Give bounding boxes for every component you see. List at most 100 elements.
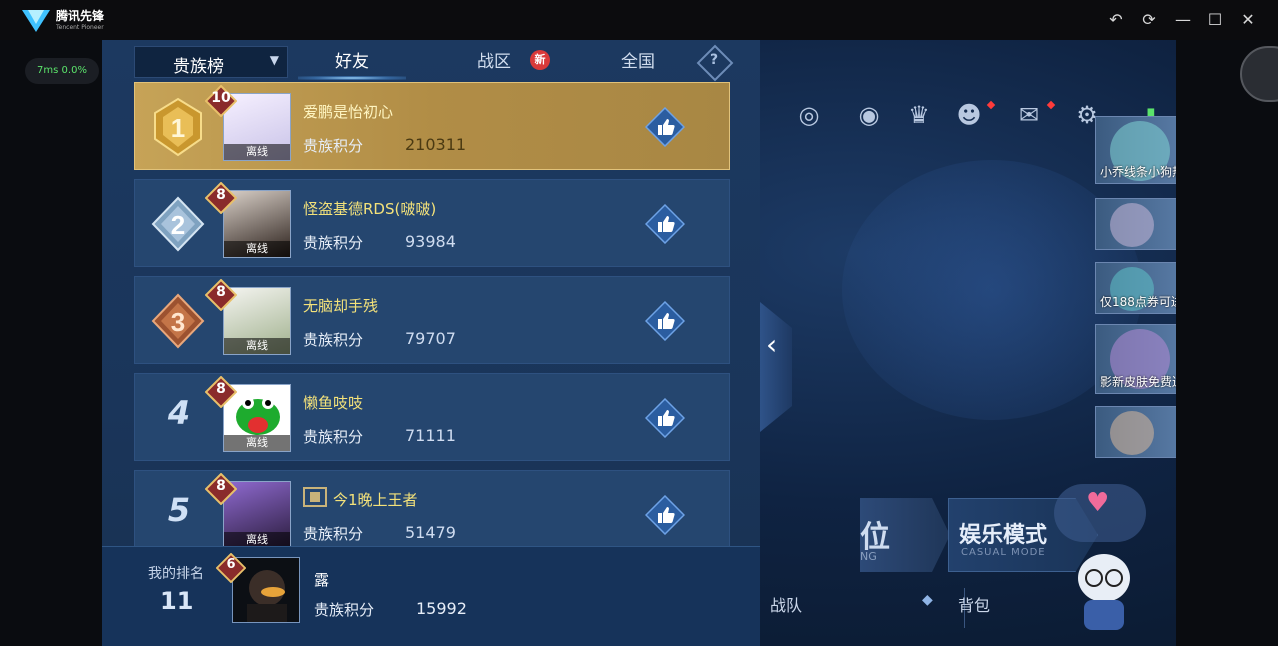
vip-level: 6 (226, 557, 236, 572)
rank-number: 5 (167, 491, 191, 529)
bronze-medal-icon: 3 (151, 293, 205, 349)
offline-label: 离线 (224, 435, 290, 451)
game-viewport: ◎ ◉ ♛ ☻ ✉ ⚙ ▮ 小乔线条小狗热卖 商城 祈愿 仅188点券可进阶 战… (102, 40, 1176, 646)
close-icon[interactable]: ✕ (1236, 8, 1260, 32)
svg-text:1: 1 (171, 113, 185, 143)
card-art (1110, 203, 1154, 247)
leaderboard-row[interactable]: 4 离线 8 懒鱼吱吱 贵族积分 71111 (134, 373, 730, 461)
player-name: 怪盗基德RDS(啵啵) (303, 200, 437, 218)
player-score: 71111 (405, 426, 456, 445)
vip-level: 10 (211, 90, 231, 106)
my-score: 15992 (416, 599, 467, 618)
board-type-dropdown[interactable]: 贵族榜 ▼ (134, 46, 288, 78)
my-rank-label: 我的排名 (148, 566, 204, 582)
thumbs-up-icon[interactable] (645, 398, 685, 438)
casual-mode-title: 娱乐模式 (959, 523, 1048, 548)
offline-label: 离线 (224, 241, 290, 257)
undo-icon[interactable]: ↶ (1104, 8, 1128, 32)
offline-label: 离线 (224, 144, 290, 160)
friends-icon[interactable]: ☻ (952, 98, 986, 132)
thumbs-up-icon[interactable] (645, 301, 685, 341)
tab-national[interactable]: 全国 (588, 46, 688, 78)
vip-level: 8 (216, 284, 226, 300)
rank-number: 4 (167, 394, 191, 432)
leaderboard-panel: 贵族榜 ▼ 好友 战区 新 全国 ? 1 离线 10 爱鹏是怡初心 贵族积分 2… (102, 40, 760, 646)
thumbs-up-icon[interactable] (645, 495, 685, 535)
tab-friends[interactable]: 好友 (302, 46, 402, 78)
minimize-icon[interactable]: — (1171, 8, 1195, 32)
score-label: 贵族积分 (303, 137, 364, 155)
my-rank-bar: 我的排名 11 6 露 贵族积分 15992 (102, 546, 760, 646)
rank-tier-icon (303, 487, 327, 507)
ranked-mode-subtitle: NG (860, 550, 877, 563)
bag-icon: ◆ (922, 592, 933, 608)
thumbs-up-icon[interactable] (645, 204, 685, 244)
bag-button[interactable]: 背包 (958, 592, 990, 616)
leaderboard-tabs: 贵族榜 ▼ 好友 战区 新 全国 ? (134, 44, 734, 82)
chevron-left-icon[interactable]: ‹ (766, 328, 777, 361)
active-tab-underline (298, 76, 406, 80)
silver-medal-icon: 2 (151, 196, 205, 252)
mail-icon[interactable]: ✉ (1012, 98, 1046, 132)
player-score: 51479 (405, 523, 456, 542)
tab-region[interactable]: 战区 (444, 46, 544, 78)
help-icon[interactable]: ? (710, 52, 718, 68)
card-caption: 影新皮肤免费送 (1100, 375, 1176, 389)
frog-avatar-icon (236, 397, 280, 435)
leaderboard-row[interactable]: 5 离线 8 今1晚上王者 贵族积分 51479 (134, 470, 730, 558)
app-brand: 腾讯先锋 (56, 9, 105, 23)
target-icon[interactable]: ◎ (792, 98, 826, 132)
card-wish[interactable]: 祈愿 (1095, 198, 1176, 250)
my-name: 露 (314, 571, 330, 589)
score-label: 贵族积分 (314, 601, 375, 619)
fps-indicator: 7ms 0.0% (25, 58, 99, 84)
chevron-down-icon: ▼ (269, 53, 279, 67)
card-shop[interactable]: 小乔线条小狗热卖 商城 (1095, 116, 1176, 184)
card-art (1110, 411, 1154, 455)
new-badge: 新 (530, 50, 550, 70)
team-button[interactable]: 战队 (770, 592, 802, 616)
leaderboard-row[interactable]: 1 离线 10 爱鹏是怡初心 贵族积分 210311 (134, 82, 730, 170)
card-gift-book[interactable]: 礼册 (1095, 406, 1176, 458)
player-name: 无脑却手残 (303, 297, 379, 315)
app-logo-icon (22, 10, 50, 32)
svg-text:2: 2 (171, 210, 185, 240)
vip-level: 8 (216, 381, 226, 397)
casual-mode-subtitle: CASUAL MODE (961, 547, 1046, 558)
gold-medal-icon: 1 (154, 97, 202, 157)
score-label: 贵族积分 (303, 234, 364, 252)
right-gutter (1176, 40, 1278, 646)
score-label: 贵族积分 (303, 525, 364, 543)
vip-level: 8 (216, 478, 226, 494)
panel-collapse-handle[interactable] (760, 302, 792, 432)
watch-icon[interactable]: ◉ (852, 98, 886, 132)
player-name: 懒鱼吱吱 (303, 394, 364, 412)
card-caption: 小乔线条小狗热卖 (1100, 165, 1176, 179)
app-brand-sub: Tencent Pioneer (56, 24, 104, 31)
card-events[interactable]: 影新皮肤免费送 活动 (1095, 324, 1176, 394)
refresh-icon[interactable]: ⟳ (1137, 8, 1161, 32)
my-rank-number: 11 (160, 587, 194, 615)
leaderboard-row[interactable]: 2 离线 8 怪盗基德RDS(啵啵) 贵族积分 93984 (134, 179, 730, 267)
trophy-icon[interactable]: ♛ (902, 98, 936, 132)
ranked-mode-button[interactable]: 位 NG (860, 498, 950, 572)
player-score: 79707 (405, 329, 456, 348)
friends-notify-dot (986, 100, 996, 110)
player-score: 210311 (405, 135, 467, 154)
vip-level: 8 (216, 187, 226, 203)
card-battle-pass[interactable]: 仅188点券可进阶 战令 (1095, 262, 1176, 314)
left-gutter (0, 40, 102, 646)
mascot-icon[interactable] (1072, 540, 1136, 640)
board-type-label: 贵族榜 (173, 57, 224, 77)
svg-text:3: 3 (171, 307, 185, 337)
emulator-titlebar: 腾讯先锋 Tencent Pioneer ↶ ⟳ — ☐ ✕ (0, 0, 1278, 40)
mail-notify-dot (1046, 100, 1056, 110)
card-caption: 仅188点券可进阶 (1100, 295, 1176, 309)
score-label: 贵族积分 (303, 331, 364, 349)
offline-label: 离线 (224, 338, 290, 354)
heart-icon: ♥ (1086, 488, 1110, 518)
score-label: 贵族积分 (303, 428, 364, 446)
thumbs-up-icon[interactable] (645, 107, 685, 147)
leaderboard-row[interactable]: 3 离线 8 无脑却手残 贵族积分 79707 (134, 276, 730, 364)
maximize-icon[interactable]: ☐ (1203, 8, 1227, 32)
